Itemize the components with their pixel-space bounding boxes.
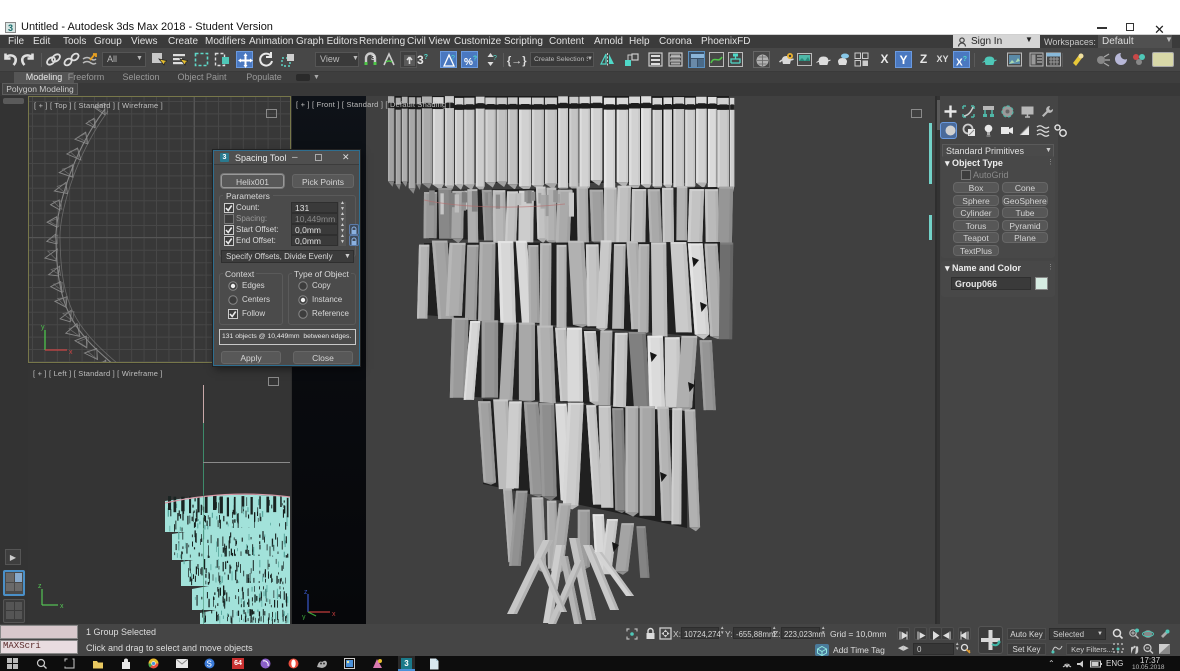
svg-text:x: x (69, 349, 73, 356)
svg-text:?: ? (451, 55, 455, 62)
svg-text:y: y (302, 614, 306, 620)
svg-text:x: x (60, 603, 64, 610)
svg-text:y: y (41, 324, 45, 331)
svg-text:x: x (332, 611, 336, 618)
svg-text:z: z (38, 583, 42, 590)
svg-text:S: S (207, 660, 212, 669)
svg-text:3: 3 (371, 55, 375, 62)
svg-text:z: z (304, 589, 308, 596)
svg-text:?: ? (493, 55, 497, 62)
